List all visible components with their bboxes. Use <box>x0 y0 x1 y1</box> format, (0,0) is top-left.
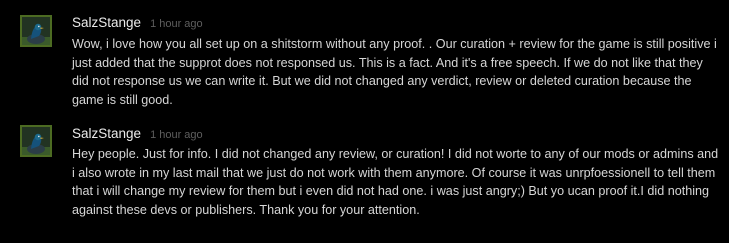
user-avatar[interactable] <box>20 125 52 157</box>
comment-item: SalzStange 1 hour ago Wow, i love how you… <box>0 0 729 115</box>
comment-text: Hey people. Just for info. I did not cha… <box>72 147 719 217</box>
comment-timestamp: 1 hour ago <box>150 129 203 141</box>
duck-avatar-icon <box>22 127 50 155</box>
duck-avatar-icon <box>22 17 50 45</box>
comment-author[interactable]: SalzStange <box>72 15 141 30</box>
user-avatar[interactable] <box>20 15 52 47</box>
comment-header: SalzStange 1 hour ago <box>72 14 203 32</box>
comment-timestamp: 1 hour ago <box>150 18 203 30</box>
comment-item: SalzStange 1 hour ago Hey people. Just fo… <box>0 115 729 243</box>
comment-header: SalzStange 1 hour ago <box>72 125 203 143</box>
comment-text: Wow, i love how you all set up on a shit… <box>72 37 717 107</box>
comment-author[interactable]: SalzStange <box>72 126 141 141</box>
